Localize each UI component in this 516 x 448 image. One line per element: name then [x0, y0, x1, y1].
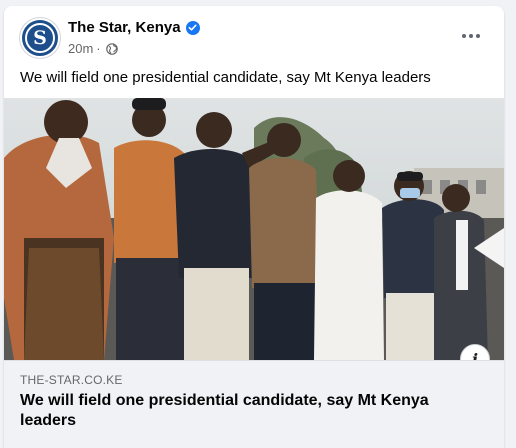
globe-icon[interactable]	[105, 42, 118, 55]
link-preview[interactable]: THE-STAR.CO.KE We will field one preside…	[4, 360, 504, 448]
post-photo[interactable]	[4, 98, 504, 360]
meta-separator: ·	[96, 41, 101, 56]
post-meta: 20m ·	[68, 41, 118, 56]
link-title[interactable]: We will field one presidential candidate…	[20, 391, 450, 431]
post-header: S The Star, Kenya 20m ·	[4, 6, 504, 62]
post-card: S The Star, Kenya 20m · We will field on…	[4, 6, 504, 448]
verified-badge-icon	[185, 20, 200, 35]
more-options-icon[interactable]	[456, 24, 486, 48]
post-text: We will field one presidential candidate…	[20, 69, 431, 86]
avatar-logo: S	[25, 23, 55, 53]
page-avatar[interactable]: S	[20, 18, 60, 58]
post-timestamp[interactable]: 20m	[68, 41, 93, 56]
link-domain: THE-STAR.CO.KE	[20, 373, 123, 387]
page-name-row: The Star, Kenya	[68, 19, 200, 36]
page-name-link[interactable]: The Star, Kenya	[68, 19, 181, 36]
